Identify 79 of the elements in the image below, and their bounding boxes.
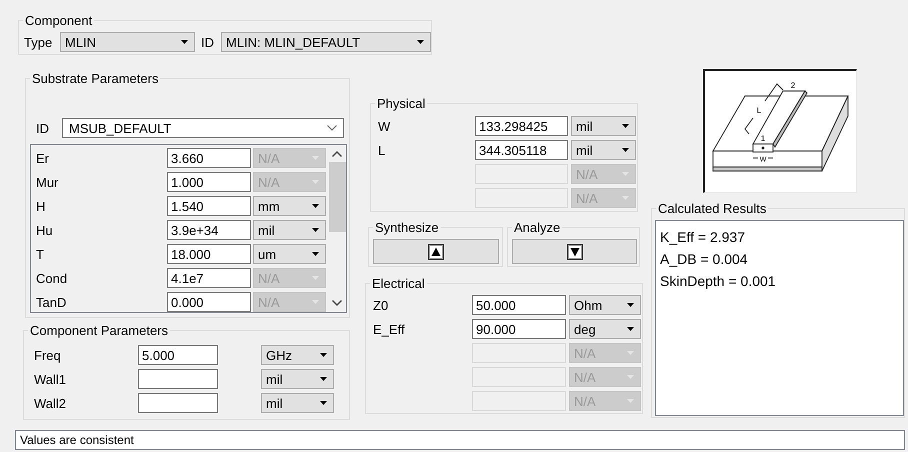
result-line: K_Eff = 2.937 (660, 228, 746, 247)
dropdown[interactable]: MSUB_DEFAULT (62, 118, 344, 138)
input-field[interactable]: 3.660 (167, 148, 251, 168)
status-bar: Values are consistent (15, 430, 905, 450)
parameter-label: Cond (35, 270, 68, 286)
parameter-label: Wall1 (34, 372, 68, 386)
input-field[interactable]: 133.298425 (475, 116, 568, 136)
input-field[interactable]: 18.000 (167, 244, 251, 264)
diagram-label: L (756, 106, 762, 115)
dropdown[interactable]: MLIN: MLIN_DEFAULT (221, 32, 431, 52)
group-title: Physical (376, 96, 426, 111)
caret-icon (320, 353, 327, 357)
parameter-label: W (378, 118, 392, 134)
dropdown[interactable]: mil (571, 116, 636, 136)
group-title: Component Parameters (29, 323, 170, 338)
parameter-label: TanD (35, 294, 68, 310)
arrow-button[interactable] (373, 239, 499, 264)
caret-icon (622, 124, 629, 128)
dropdown[interactable]: mil (261, 393, 334, 413)
group-title: Calculated Results (657, 201, 768, 216)
caret-icon (320, 401, 327, 405)
caret-icon (622, 148, 629, 152)
parameter-label: Hu (35, 222, 54, 238)
input-field[interactable]: 0.000 (167, 292, 251, 312)
group-title: Component (24, 13, 94, 28)
input-field[interactable]: 1.000 (167, 172, 251, 192)
dropdown[interactable]: mil (261, 369, 334, 389)
caret-icon (181, 40, 188, 44)
dropdown[interactable]: mm (253, 196, 326, 216)
id-label: ID (36, 120, 50, 136)
group-title: Substrate Parameters (31, 71, 160, 86)
dropdown[interactable]: MLIN (60, 32, 195, 52)
caret-icon (312, 228, 319, 232)
input-field[interactable] (138, 369, 218, 389)
result-line: A_DB = 0.004 (660, 250, 749, 269)
dropdown[interactable]: Ohm (569, 295, 641, 315)
chevron-up-icon[interactable] (332, 151, 342, 157)
parameter-label: Z0 (373, 298, 390, 312)
type-label: Type (24, 34, 54, 50)
input-field[interactable]: 4.1e7 (167, 268, 251, 288)
diagram-label: 2 (790, 81, 796, 90)
result-line: SkinDepth = 0.001 (660, 272, 777, 291)
parameter-label: H (35, 198, 46, 214)
scrollbar-thumb[interactable] (328, 162, 346, 232)
up-triangle-icon (428, 244, 444, 260)
chevron-down-icon[interactable] (332, 300, 342, 306)
input-field[interactable]: 344.305118 (475, 140, 568, 160)
parameter-label: Er (35, 150, 50, 166)
caret-icon (627, 327, 634, 331)
dropdown[interactable]: deg (569, 319, 641, 339)
input-field[interactable]: 3.9e+34 (167, 220, 251, 240)
parameter-label: T (35, 246, 45, 262)
caret-icon (312, 252, 319, 256)
arrow-button[interactable] (512, 239, 637, 264)
chevron-down-icon (327, 125, 337, 131)
dropdown[interactable]: um (253, 244, 326, 264)
parameter-label: Mur (35, 174, 60, 190)
down-triangle-icon (566, 244, 582, 260)
input-field[interactable]: 1.540 (167, 196, 251, 216)
caret-icon (417, 40, 424, 44)
dropdown[interactable]: mil (571, 140, 636, 160)
dropdown[interactable]: GHz (261, 345, 334, 365)
parameter-label: L (378, 142, 386, 158)
id-label: ID (201, 34, 215, 50)
parameter-label: Wall2 (34, 396, 68, 410)
dropdown[interactable]: mil (253, 220, 326, 240)
group-title: Analyze (513, 220, 562, 235)
parameter-label: Freq (34, 348, 62, 362)
group-title: Electrical (371, 276, 426, 291)
parameter-label: E_Eff (373, 322, 406, 336)
group-title: Synthesize (374, 220, 440, 235)
input-field[interactable]: 5.000 (138, 345, 218, 365)
input-field[interactable] (138, 393, 218, 413)
caret-icon (627, 303, 634, 307)
caret-icon (320, 377, 327, 381)
caret-icon (312, 204, 319, 208)
diagram-label: 1 (760, 134, 766, 143)
input-field[interactable]: 90.000 (472, 319, 566, 339)
input-field[interactable]: 50.000 (472, 295, 566, 315)
